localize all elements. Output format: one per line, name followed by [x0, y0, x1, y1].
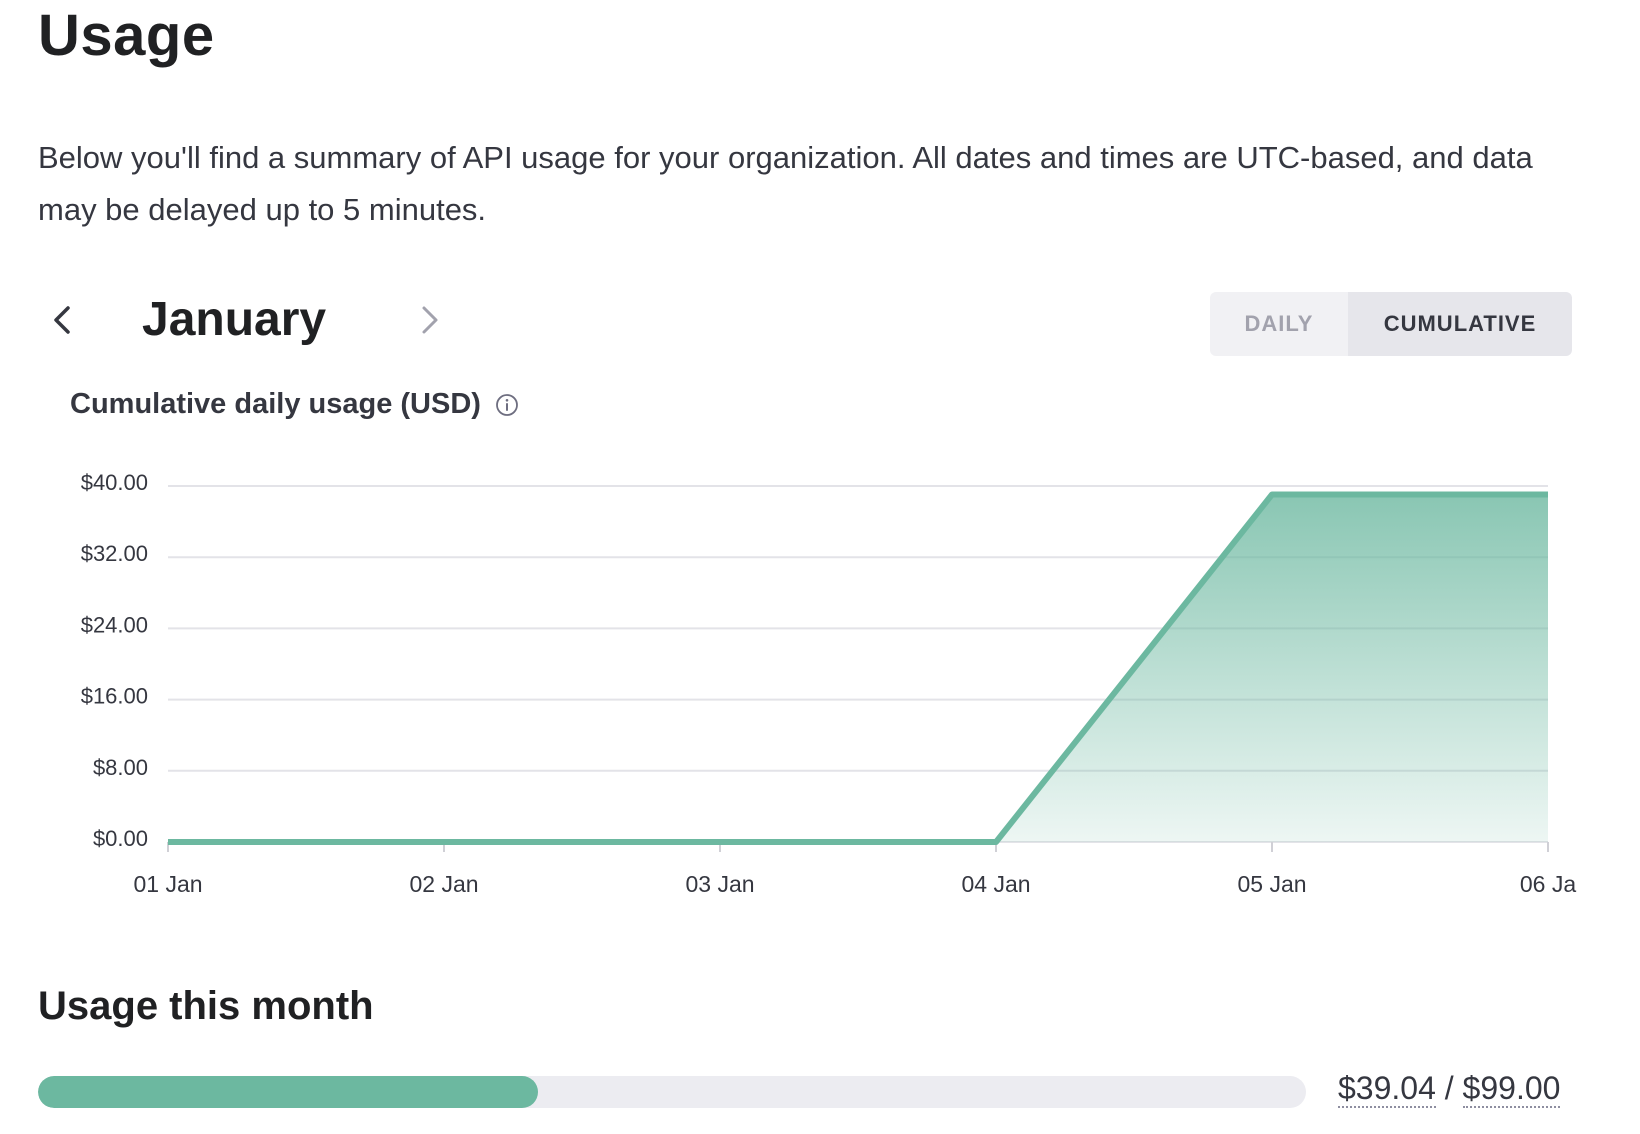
x-tick-label: 06 Ja [1520, 871, 1576, 897]
usage-amount: $39.04 / $99.00 [1338, 1070, 1561, 1108]
month-navigator: January [38, 288, 458, 352]
x-tick-label: 01 Jan [133, 871, 202, 897]
info-icon[interactable] [495, 393, 519, 417]
usage-limit-value: $99.00 [1462, 1070, 1561, 1108]
y-tick-label: $16.00 [81, 684, 148, 709]
page-intro-text: Below you'll find a summary of API usage… [38, 140, 1533, 227]
view-toggle: DAILY CUMULATIVE [1210, 292, 1572, 356]
next-month-button[interactable] [406, 296, 450, 344]
x-tick-label: 04 Jan [961, 871, 1030, 897]
y-tick-label: $32.00 [81, 541, 148, 566]
cumulative-usage-chart: $0.00 $8.00 $16.00 $24.00 $32.00 $40.00 01 Jan… [81, 470, 1577, 897]
usage-this-month-title: Usage this month [38, 984, 374, 1028]
series-area [168, 494, 1548, 842]
y-tick-label: $40.00 [81, 470, 148, 495]
cumulative-toggle-button[interactable]: CUMULATIVE [1348, 292, 1572, 356]
y-tick-label: $8.00 [93, 755, 148, 780]
x-tick-label: 03 Jan [685, 871, 754, 897]
y-tick-label: $24.00 [81, 612, 148, 637]
chart-title: Cumulative daily usage (USD) [70, 388, 519, 421]
chevron-left-icon [54, 306, 70, 334]
chart-title-text: Cumulative daily usage (USD) [70, 388, 481, 420]
y-tick-label: $0.00 [93, 826, 148, 851]
previous-month-button[interactable] [42, 296, 86, 344]
page-title: Usage [38, 3, 215, 68]
chevron-right-icon [422, 306, 438, 334]
usage-separator: / [1444, 1070, 1454, 1106]
daily-toggle-button[interactable]: DAILY [1210, 292, 1348, 356]
month-label: January [142, 293, 327, 346]
x-tick-label: 02 Jan [409, 871, 478, 897]
x-tick-label: 05 Jan [1237, 871, 1306, 897]
usage-progress-fill [38, 1076, 538, 1108]
usage-used-value: $39.04 [1338, 1070, 1436, 1108]
usage-progress-bar [38, 1076, 1306, 1108]
